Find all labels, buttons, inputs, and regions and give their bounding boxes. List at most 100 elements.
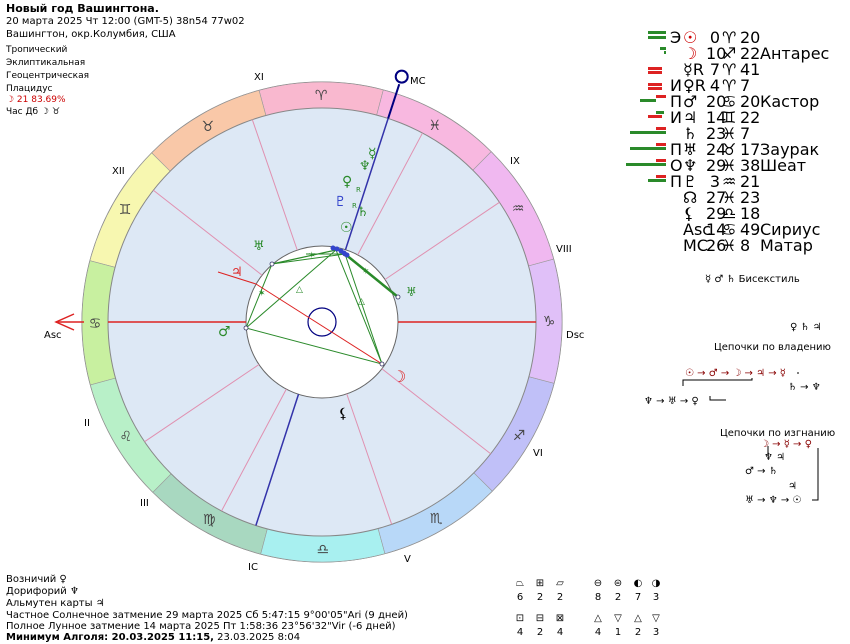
planet-dignity: И xyxy=(670,108,682,127)
venus-retro: R xyxy=(352,202,357,210)
house-label-MC: MC xyxy=(410,76,426,87)
element-symbol: ⊟ xyxy=(535,613,545,624)
moon-glyph: ☽ xyxy=(392,367,406,386)
element-symbol: △ xyxy=(594,613,602,624)
sign-glyph-cancer: ♋ xyxy=(89,316,102,332)
element-symbol: ▽ xyxy=(652,613,660,624)
dignity-bar xyxy=(630,131,666,134)
element-symbol: ⊡ xyxy=(515,613,525,624)
sign-glyph-pisces: ♓ xyxy=(429,118,442,134)
aspect-symbol-4: ✶ xyxy=(258,289,266,299)
setting-center: Геоцентрическая xyxy=(6,71,90,81)
element-count: 4 xyxy=(516,627,524,638)
sign-glyph-gemini: ♊ xyxy=(119,202,132,218)
owner-chains-title: Цепочки по владению xyxy=(714,342,831,353)
jupiter-glyph: ♃ xyxy=(231,265,243,280)
planet-dignity: Э xyxy=(670,28,682,47)
element-symbol: ▽ xyxy=(614,613,622,624)
planet-dot-3 xyxy=(395,294,401,300)
cluster-dot-4 xyxy=(344,252,350,258)
element-symbol: ⏢ xyxy=(516,578,524,589)
setting-house-system: Плацидус xyxy=(6,84,53,94)
element-symbol: ⊜ xyxy=(613,578,623,589)
element-count: 4 xyxy=(556,627,564,638)
fixed-star: Матар xyxy=(760,236,813,255)
astro-chart: ♈♉♊♋♌♍♎♏♐♑♒♓ Asc DscMCICXIXIIIIIIIVVIVIII… xyxy=(44,69,584,573)
element-symbol: ◐ xyxy=(633,578,643,589)
uranus-right-glyph: ♅ xyxy=(406,285,417,299)
dignity-bar xyxy=(648,179,666,182)
element-count: 2 xyxy=(614,592,622,603)
element-symbol: △ xyxy=(634,613,642,624)
house-label-VI: VI xyxy=(533,448,543,459)
chart-location: Вашингтон, окр.Колумбия, США xyxy=(6,29,176,40)
aspect-symbol-2: ✶ xyxy=(308,251,316,261)
sign-glyph-taurus: ♉ xyxy=(202,119,215,135)
moon-phase: ☽ 21 83.69% xyxy=(6,95,66,105)
doryphory: Дорифорий ♆ xyxy=(6,586,79,597)
setting-coordinates: Эклиптикальная xyxy=(6,58,86,68)
element-symbol: ⊞ xyxy=(535,578,545,589)
chart-almuten: Альмутен карты ♃ xyxy=(6,598,105,609)
sign-glyph-libra: ♎ xyxy=(317,542,330,558)
aspect-symbol-0: △ xyxy=(296,285,303,295)
element-count: 1 xyxy=(614,627,622,638)
house-label-Dsc: Dsc xyxy=(566,330,584,341)
house-label-IX: IX xyxy=(510,156,520,167)
planet-minutes: 8 xyxy=(740,236,751,255)
planet-dot-2 xyxy=(379,361,385,367)
charioteer: Возничий ♀ xyxy=(6,574,67,585)
element-count: 2 xyxy=(556,592,564,603)
dignity-bar xyxy=(656,175,666,178)
chart-datetime: 20 марта 2025 Чт 12:00 (GMT-5) 38n54 77w… xyxy=(6,16,245,27)
sign-glyph-capricorn: ♑ xyxy=(543,314,556,330)
sign-glyph-scorpio: ♏ xyxy=(430,511,443,527)
dignity-bar xyxy=(630,147,666,150)
house-label-XI: XI xyxy=(254,72,264,83)
element-count: 3 xyxy=(652,627,660,638)
element-count: 2 xyxy=(634,627,642,638)
element-symbol: ⏥ xyxy=(556,578,564,589)
planet-dot-0 xyxy=(269,261,275,267)
sun-glyph: ☉ xyxy=(340,220,353,236)
planetary-hour: Час Дб ☽ ♉ xyxy=(6,107,60,117)
chain-connectors xyxy=(682,372,819,501)
mercury-retro: R xyxy=(356,186,361,194)
dignity-bar xyxy=(648,115,662,118)
house-label-VIII: VIII xyxy=(556,244,572,255)
fixed-star: Шеат xyxy=(760,156,807,175)
element-count: 6 xyxy=(516,592,524,603)
dignity-bar xyxy=(648,67,662,70)
solar-eclipse: Частное Солнечное затмение 29 марта 2025… xyxy=(6,610,408,621)
sign-glyph-leo: ♌ xyxy=(120,429,133,445)
element-count: 2 xyxy=(536,627,544,638)
dignity-bar xyxy=(648,31,666,34)
setting-zodiac: Тропический xyxy=(6,45,68,55)
center-disk xyxy=(245,245,399,399)
pluto-glyph: ♇ xyxy=(334,194,347,210)
dignity-bar xyxy=(648,71,662,74)
mars-glyph: ♂ xyxy=(218,324,231,340)
dignity-bar xyxy=(656,159,666,162)
element-count: 2 xyxy=(536,592,544,603)
dignity-bar xyxy=(656,127,666,130)
planet-dignity: П xyxy=(670,172,683,191)
dignity-bar xyxy=(664,51,666,54)
neptune-glyph: ♆ xyxy=(359,159,371,174)
house-label-IC: IC xyxy=(248,562,258,573)
planet-degree: 26 xyxy=(706,236,727,255)
dignity-bar xyxy=(626,163,666,166)
element-symbol: ⊖ xyxy=(593,578,603,589)
sign-glyph-aquarius: ♒ xyxy=(512,201,525,217)
element-count: 7 xyxy=(634,592,642,603)
aspect-symbol-1: △ xyxy=(358,297,365,307)
chart-title: Новый год Вашингтона. xyxy=(6,2,159,15)
lilith-glyph: ⚸ xyxy=(338,406,348,422)
uranus-glyph: ♅ xyxy=(253,239,265,254)
planet-dot-1 xyxy=(243,325,249,331)
sign-glyph-virgo: ♍ xyxy=(203,512,216,528)
fixed-star: Кастор xyxy=(760,92,820,111)
chain-top-symbols: ♀ ♄ ♃ xyxy=(790,322,822,333)
fixed-star: Антарес xyxy=(760,44,830,63)
sign-glyph-sagittarius: ♐ xyxy=(513,428,526,444)
